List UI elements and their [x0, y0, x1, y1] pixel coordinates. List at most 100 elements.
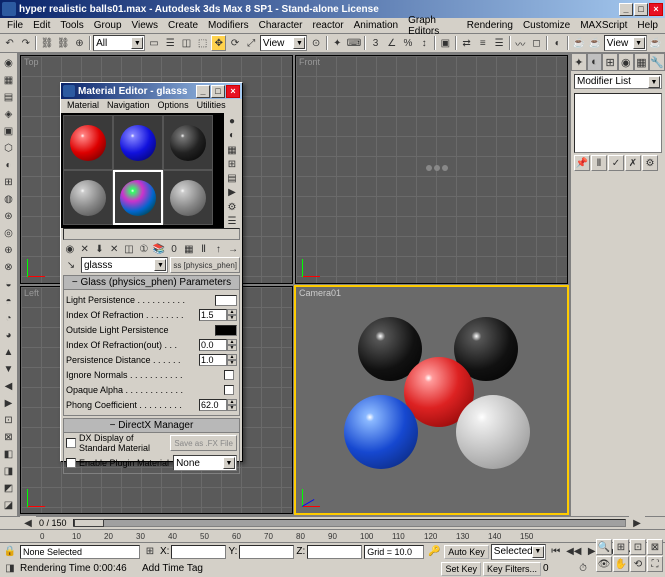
persist-dist-spinner[interactable]: ▲▼ [199, 354, 237, 366]
video-check-button[interactable]: ▤ [224, 172, 240, 185]
reset-button[interactable]: ✕ [107, 241, 121, 257]
script-icon[interactable]: ◨ [2, 561, 18, 577]
menu-views[interactable]: Views [127, 19, 164, 32]
tab-hierarchy[interactable]: ⊞ [602, 53, 618, 71]
put-to-lib-button[interactable]: 📚 [152, 241, 166, 257]
refcoord-combo[interactable]: View▼ [260, 35, 308, 51]
rollout-header-glass[interactable]: − Glass (physics_phen) Parameters [64, 276, 239, 290]
tab-create[interactable]: ✦ [571, 53, 587, 71]
prev-frame-button[interactable]: ◀◀ [566, 544, 582, 560]
manipulate-button[interactable]: ✦ [330, 35, 345, 51]
select-name-button[interactable]: ☰ [163, 35, 178, 51]
make-copy-button[interactable]: ◫ [122, 241, 136, 257]
get-material-button[interactable]: ◉ [63, 241, 77, 257]
make-preview-button[interactable]: ▶ [224, 186, 240, 199]
sample-slot-4[interactable] [63, 170, 113, 225]
tool-icon[interactable]: ▤ [1, 89, 17, 105]
tab-display[interactable]: ▦ [634, 53, 650, 71]
menu-customize[interactable]: Customize [518, 19, 575, 32]
menu-character[interactable]: Character [254, 19, 308, 32]
mat-id-button[interactable]: 0 [167, 241, 181, 257]
unlink-button[interactable]: ⛓ [56, 35, 71, 51]
render-scene-button[interactable]: ☕ [571, 35, 586, 51]
tool-icon[interactable]: ▲ [1, 344, 17, 360]
go-sibling-button[interactable]: → [226, 241, 240, 257]
light-persistence-swatch[interactable] [215, 295, 237, 306]
keyboard-button[interactable]: ⌨ [346, 35, 362, 51]
spinner-snap-button[interactable]: ↕ [417, 35, 432, 51]
time-slider[interactable] [73, 519, 626, 527]
ior-out-spinner[interactable]: ▲▼ [199, 339, 237, 351]
viewport-front[interactable]: Front [295, 55, 568, 284]
tool-icon[interactable]: ▦ [1, 72, 17, 88]
show-end-button[interactable]: Ⅱ [591, 155, 607, 171]
tool-icon[interactable]: ◪ [1, 497, 17, 513]
zoom-extents-all-button[interactable]: ⊠ [647, 539, 663, 555]
material-editor-button[interactable]: ◐ [550, 35, 565, 51]
put-to-scene-button[interactable]: ✕ [78, 241, 92, 257]
coord-icon[interactable]: ⊞ [142, 544, 158, 560]
snap-button[interactable]: 3 [368, 35, 383, 51]
move-button[interactable]: ✥ [211, 35, 226, 51]
close-button[interactable]: × [649, 3, 663, 16]
sample-scrollbar[interactable] [63, 228, 240, 240]
goto-start-button[interactable]: ⏮ [548, 544, 564, 560]
assign-button[interactable]: ⬇ [93, 241, 107, 257]
mat-menu-utilities[interactable]: Utilities [193, 99, 230, 113]
render-button[interactable]: ☕ [648, 35, 663, 51]
mat-menu-options[interactable]: Options [154, 99, 193, 113]
scale-button[interactable]: ⤢ [244, 35, 259, 51]
time-config-button[interactable]: ⏱ [575, 561, 591, 577]
y-field[interactable] [239, 545, 294, 559]
modifier-stack[interactable] [574, 93, 662, 153]
tool-icon[interactable]: ◓ [1, 293, 17, 309]
curve-editor-button[interactable]: 〰 [513, 35, 528, 51]
menu-animation[interactable]: Animation [349, 19, 403, 32]
sample-slot-6[interactable] [163, 170, 213, 225]
setkey-button[interactable]: Set Key [441, 562, 481, 576]
layers-button[interactable]: ☰ [491, 35, 506, 51]
tool-icon[interactable]: ▶ [1, 395, 17, 411]
window-crossing-button[interactable]: ⬚ [195, 35, 210, 51]
tool-icon[interactable]: ◎ [1, 225, 17, 241]
tool-icon[interactable]: ◈ [1, 106, 17, 122]
named-sel-button[interactable]: ▣ [438, 35, 453, 51]
tool-icon[interactable]: ◧ [1, 446, 17, 462]
tool-icon[interactable]: ⊕ [1, 242, 17, 258]
mat-name-combo[interactable]: glasss▼ [81, 257, 168, 273]
mirror-button[interactable]: ⇄ [459, 35, 474, 51]
plugin-combo[interactable]: None▼ [173, 455, 237, 471]
rotate-button[interactable]: ⟳ [227, 35, 242, 51]
background-button[interactable]: ▦ [224, 144, 240, 157]
minimize-button[interactable]: _ [619, 3, 633, 16]
tab-motion[interactable]: ◉ [618, 53, 634, 71]
remove-button[interactable]: ✗ [625, 155, 641, 171]
select-region-button[interactable]: ◫ [179, 35, 194, 51]
redo-button[interactable]: ↷ [18, 35, 33, 51]
menu-reactor[interactable]: reactor [308, 19, 349, 32]
bind-button[interactable]: ⊕ [72, 35, 87, 51]
options-button[interactable]: ⚙ [224, 201, 240, 214]
tool-icon[interactable]: ◨ [1, 463, 17, 479]
go-parent-button[interactable]: ↑ [211, 241, 225, 257]
tab-modify[interactable]: ◐ [587, 53, 603, 71]
ior-spinner[interactable]: ▲▼ [199, 309, 237, 321]
menu-grapheditors[interactable]: Graph Editors [403, 14, 462, 38]
maximize-vp-button[interactable]: ⛶ [647, 556, 663, 572]
quick-render-button[interactable]: ☕ [588, 35, 603, 51]
key-icon[interactable]: 🔑 [426, 544, 442, 560]
select-by-mat-button[interactable]: ☰ [224, 215, 240, 228]
percent-snap-button[interactable]: % [400, 35, 415, 51]
sample-uv-button[interactable]: ⊞ [224, 158, 240, 171]
mat-menu-navigation[interactable]: Navigation [103, 99, 154, 113]
pivot-button[interactable]: ⊙ [308, 35, 323, 51]
tool-icon[interactable]: ⊗ [1, 259, 17, 275]
sample-type-button[interactable]: ● [224, 115, 240, 128]
menu-tools[interactable]: Tools [55, 19, 88, 32]
add-time-tag[interactable]: Add Time Tag [142, 563, 439, 574]
menu-create[interactable]: Create [163, 19, 203, 32]
rollout-header-dx[interactable]: − DirectX Manager [64, 419, 239, 433]
sample-slot-3[interactable] [163, 115, 213, 170]
ignore-normals-checkbox[interactable] [224, 370, 234, 380]
save-fx-button[interactable]: Save as .FX File [170, 435, 237, 451]
